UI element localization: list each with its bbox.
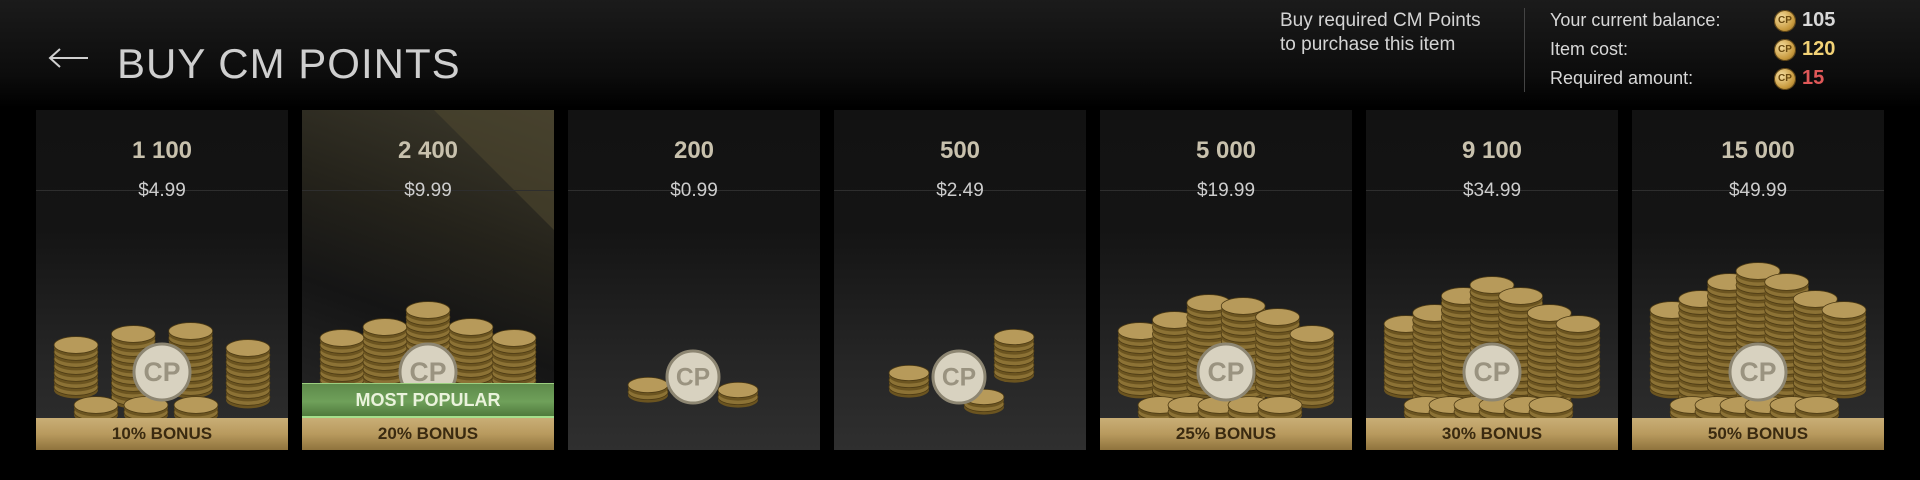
cp-coin-icon: CP <box>1774 67 1796 90</box>
pack-price-text: $4.99 <box>138 180 186 201</box>
coin-stack-icon: CP <box>627 349 759 408</box>
pack-points: 200 <box>673 137 715 164</box>
svg-text:CP: CP <box>1474 357 1511 387</box>
back-arrow-icon[interactable] <box>48 46 90 70</box>
coin-stack-icon: CP <box>1649 262 1867 422</box>
notice-line-2: to purchase this item <box>1280 34 1456 55</box>
balance-value: 105 <box>1802 9 1836 31</box>
cost-label: Item cost: <box>1550 39 1629 59</box>
pack-points: 15 000 <box>1721 137 1795 164</box>
svg-text:CP: CP <box>1208 357 1245 387</box>
coin-stack-icon: CP <box>1383 276 1601 422</box>
required-row: Required amount: CP 15 <box>1550 64 1835 93</box>
cp-coin-icon: CP <box>1774 9 1796 32</box>
svg-text:CP: CP <box>1740 357 1777 387</box>
pack-points: 2 400 <box>397 137 459 164</box>
required-label: Required amount: <box>1550 68 1694 88</box>
coin-stack-icon: CP <box>53 322 271 422</box>
purchase-notice: Buy required CM Points to purchase this … <box>1280 9 1510 57</box>
pack-card-1100[interactable]: 1 100 $4.99 CP 10% BONUS <box>36 110 288 450</box>
pack-price: $4.99 <box>36 180 288 202</box>
pack-card-5000[interactable]: 5 000 $19.99 CP 25% BONUS <box>1100 110 1352 450</box>
balance-row: Your current balance: CP 105 <box>1550 6 1835 35</box>
bonus-badge: 20% BONUS <box>302 418 554 450</box>
pack-points: 500 <box>939 137 981 164</box>
coin-stack-icon: CP <box>888 329 1035 415</box>
pack-price-text: $34.99 <box>1462 180 1522 201</box>
header-divider <box>1524 8 1525 92</box>
pack-price: $2.49 <box>834 180 1086 202</box>
svg-text:CP: CP <box>942 364 976 391</box>
pack-price: $34.99 <box>1366 180 1618 202</box>
pack-price-text: $2.49 <box>936 180 984 201</box>
bonus-badge: 25% BONUS <box>1100 418 1352 450</box>
cost-value: 120 <box>1802 38 1836 60</box>
svg-text:CP: CP <box>676 364 710 391</box>
pack-price: $9.99 <box>302 180 554 202</box>
pack-card-200[interactable]: 200 $0.99 CP <box>568 110 820 450</box>
pack-price-text: $0.99 <box>670 180 718 201</box>
pack-price: $0.99 <box>568 180 820 202</box>
spotlight-beam <box>434 110 554 230</box>
balance-summary: Your current balance: CP 105 Item cost: … <box>1550 6 1835 93</box>
pack-price: $49.99 <box>1632 180 1884 202</box>
page-title: BUY CM POINTS <box>117 40 461 87</box>
bonus-badge: 10% BONUS <box>36 418 288 450</box>
pack-price-text: $19.99 <box>1196 180 1256 201</box>
pack-points: 1 100 <box>131 137 193 164</box>
pack-card-15000[interactable]: 15 000 $49.99 CP 50% BONUS <box>1632 110 1884 450</box>
svg-text:CP: CP <box>144 357 181 387</box>
bonus-badge: 30% BONUS <box>1366 418 1618 450</box>
pack-points: 9 100 <box>1461 137 1523 164</box>
pack-card-2400[interactable]: 2 400 $9.99 CP MOST POPULAR 20% BONUS <box>302 110 554 450</box>
coin-stack-icon: CP <box>1117 294 1335 422</box>
pack-price-text: $49.99 <box>1728 180 1788 201</box>
pack-price: $19.99 <box>1100 180 1352 202</box>
pack-points: 5 000 <box>1195 137 1257 164</box>
pack-card-500[interactable]: 500 $2.49 CP <box>834 110 1086 450</box>
bonus-badge: 50% BONUS <box>1632 418 1884 450</box>
cost-row: Item cost: CP 120 <box>1550 35 1835 64</box>
pack-price-text: $9.99 <box>404 180 452 201</box>
required-value: 15 <box>1802 67 1825 89</box>
pack-card-9100[interactable]: 9 100 $34.99 CP 30% BONUS <box>1366 110 1618 450</box>
balance-label: Your current balance: <box>1550 10 1721 30</box>
most-popular-badge: MOST POPULAR <box>302 383 554 418</box>
notice-line-1: Buy required CM Points <box>1280 10 1481 31</box>
cp-coin-icon: CP <box>1774 38 1796 61</box>
